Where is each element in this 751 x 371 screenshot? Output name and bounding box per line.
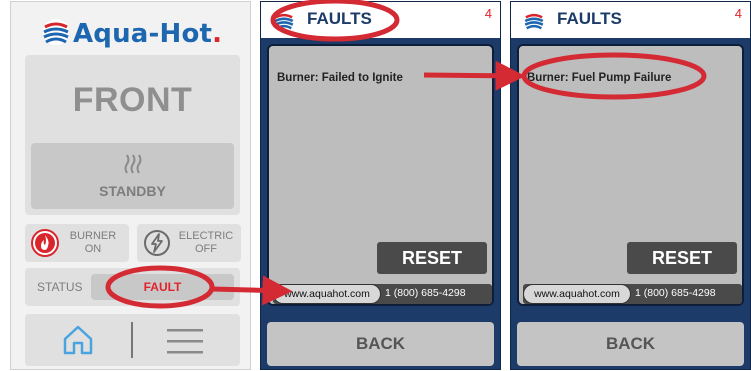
fault-message: Burner: Failed to Ignite: [277, 72, 403, 84]
electric-state: OFF: [195, 243, 217, 255]
faults-title: FAULTS: [307, 9, 372, 28]
website-link[interactable]: www.aquahot.com: [273, 284, 381, 304]
home-screen: Aqua-Hot. FRONT STANDBY BURNER ON ELECTR…: [10, 1, 251, 370]
phone-number: 1 (800) 685-4298: [385, 287, 466, 299]
status-label: STATUS: [37, 280, 83, 294]
status-row: STATUS FAULT: [25, 268, 240, 306]
aqua-hot-logo: Aqua-Hot.: [11, 12, 252, 56]
website-link[interactable]: www.aquahot.com: [523, 284, 631, 304]
aqua-hot-logo-icon: [273, 10, 295, 36]
logo-text: Aqua-Hot: [72, 19, 213, 49]
aqua-hot-logo-icon: [523, 10, 545, 36]
burner-label: BURNER: [69, 230, 117, 242]
mode-label: STANDBY: [99, 183, 166, 199]
fault-list: Burner: Fuel Pump Failure RESET www.aqua…: [517, 44, 744, 306]
faults-title: FAULTS: [557, 9, 622, 28]
back-button[interactable]: BACK: [267, 322, 494, 366]
electric-label: ELECTRIC: [178, 230, 234, 242]
lightning-icon: [143, 229, 171, 261]
menu-icon[interactable]: [165, 326, 205, 360]
heat-waves-icon: [31, 153, 234, 179]
faults-header: FAULTS 4: [511, 2, 750, 38]
status-value: FAULT: [143, 280, 182, 294]
contact-row: www.aquahot.com 1 (800) 685-4298: [273, 284, 492, 304]
bottom-nav: [25, 314, 240, 366]
electric-button[interactable]: ELECTRIC OFF: [137, 224, 241, 262]
fault-list: Burner: Failed to Ignite RESET www.aquah…: [267, 44, 494, 306]
flame-icon: [31, 229, 59, 261]
burner-button[interactable]: BURNER ON: [25, 224, 129, 262]
zone-label: FRONT: [72, 81, 193, 119]
fault-count: 4: [734, 6, 742, 21]
zone-panel[interactable]: FRONT STANDBY: [25, 55, 240, 215]
reset-button[interactable]: RESET: [377, 242, 487, 274]
faults-screen-2: FAULTS 4 Burner: Fuel Pump Failure RESET…: [510, 1, 751, 370]
faults-screen-1: FAULTS 4 Burner: Failed to Ignite RESET …: [260, 1, 501, 370]
logo-dot: .: [212, 19, 223, 49]
back-button[interactable]: BACK: [517, 322, 744, 366]
fault-message: Burner: Fuel Pump Failure: [527, 72, 672, 84]
burner-state: ON: [84, 243, 102, 255]
reset-button[interactable]: RESET: [627, 242, 737, 274]
mode-button[interactable]: STANDBY: [31, 143, 234, 209]
contact-row: www.aquahot.com 1 (800) 685-4298: [523, 284, 742, 304]
nav-divider: [131, 322, 133, 358]
phone-number: 1 (800) 685-4298: [635, 287, 716, 299]
status-value-button[interactable]: FAULT: [91, 274, 234, 300]
aqua-hot-logo-icon: [41, 17, 71, 51]
home-icon[interactable]: [61, 324, 95, 360]
fault-count: 4: [484, 6, 492, 21]
faults-header: FAULTS 4: [261, 2, 500, 38]
